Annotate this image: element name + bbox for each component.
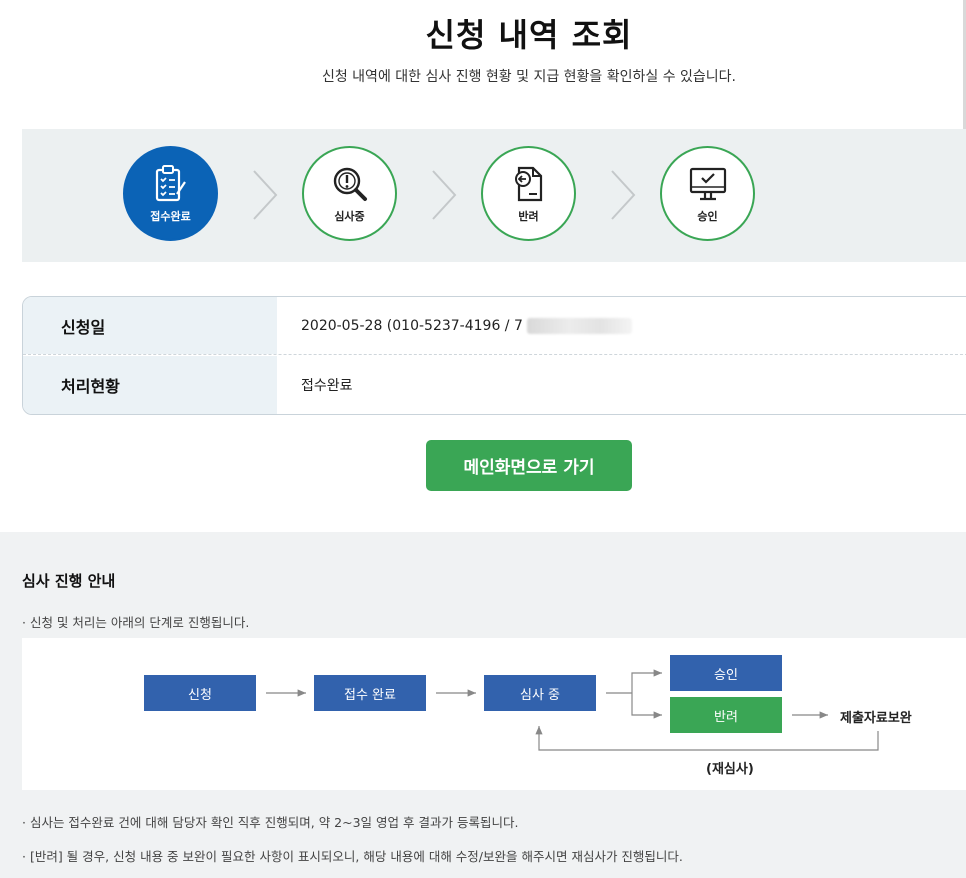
step-approved: 승인	[660, 146, 755, 241]
flow-received-box: 접수 완료	[314, 675, 426, 711]
magnifier-alert-icon	[333, 167, 367, 201]
application-info-table: 신청일 2020-05-28 (010-5237-4196 / 7 처리현황 접…	[22, 296, 966, 415]
progress-steps: 접수완료 심사중 반려 승인	[22, 129, 966, 262]
document-return-icon	[514, 166, 542, 201]
monitor-check-icon	[689, 167, 726, 200]
info-row-status: 처리현황 접수완료	[23, 356, 966, 414]
flow-arrows	[266, 669, 879, 751]
step-label: 반려	[518, 209, 539, 223]
page-title: 신청 내역 조회	[425, 16, 633, 54]
review-guide-section: 심사 진행 안내 · 신청 및 처리는 아래의 단계로 진행됩니다. 신청 접수…	[0, 532, 966, 878]
status-value: 접수완료	[301, 378, 353, 394]
chevron-right-icon	[611, 170, 636, 220]
chevron-right-icon	[432, 170, 457, 220]
flow-apply-box: 신청	[144, 675, 256, 711]
guide-title: 심사 진행 안내	[22, 572, 116, 590]
info-row-apply-date: 신청일 2020-05-28 (010-5237-4196 / 7	[23, 297, 966, 355]
apply-date-label: 신청일	[23, 297, 277, 354]
flow-rereview-text: (재심사)	[706, 762, 754, 777]
flow-approve-box: 승인	[670, 655, 782, 691]
step-label: 접수완료	[150, 209, 191, 223]
page-subtitle: 신청 내역에 대한 심사 진행 현황 및 지급 현황을 확인하실 수 있습니다.	[321, 69, 737, 85]
process-flow-diagram: 신청 접수 완료 심사 중 승인 반려 제출자료보완 (재심사)	[22, 638, 966, 790]
guide-note-duration: · 심사는 접수완료 건에 대해 담당자 확인 직후 진행되며, 약 2~3일 …	[22, 815, 519, 830]
apply-date-value: 2020-05-28 (010-5237-4196 / 7	[301, 297, 632, 354]
step-label: 승인	[697, 209, 718, 223]
guide-note-steps: · 신청 및 처리는 아래의 단계로 진행됩니다.	[22, 615, 250, 630]
chevron-right-icon	[253, 170, 278, 220]
flow-reject-box: 반려	[670, 697, 782, 733]
go-main-button[interactable]: 메인화면으로 가기	[426, 440, 632, 491]
clipboard-check-icon	[155, 164, 186, 201]
step-rejected: 반려	[481, 146, 576, 241]
status-label: 처리현황	[23, 356, 277, 414]
flow-supplement-text: 제출자료보완	[840, 711, 912, 726]
step-received: 접수완료	[123, 146, 218, 241]
step-reviewing: 심사중	[302, 146, 397, 241]
step-label: 심사중	[334, 209, 365, 223]
redacted-blur	[526, 317, 632, 334]
flow-review-box: 심사 중	[484, 675, 596, 711]
apply-date-text: 2020-05-28 (010-5237-4196 / 7	[301, 317, 523, 334]
guide-note-reject: · [반려] 될 경우, 신청 내용 중 보완이 필요한 사항이 표시되오니, …	[22, 849, 683, 864]
